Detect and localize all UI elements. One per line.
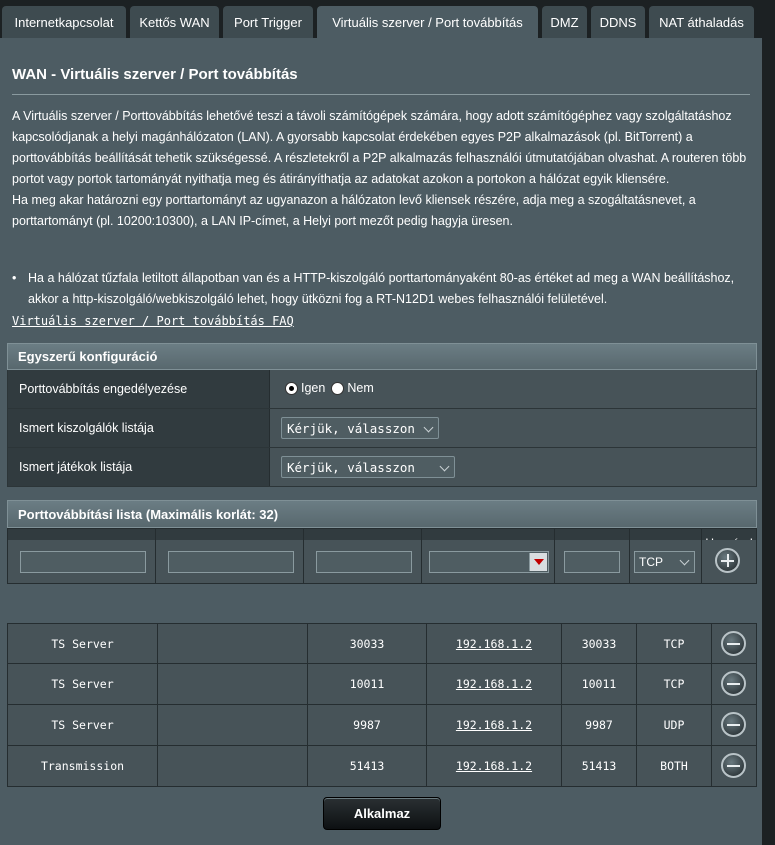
minus-icon <box>727 764 740 767</box>
row-local-ip-link[interactable]: 192.168.1.2 <box>456 677 532 691</box>
minus-icon <box>727 642 740 645</box>
radio-no[interactable] <box>331 381 345 395</box>
known-games-row: Ismert játékok listája Kérjük, válasszon <box>7 448 757 487</box>
row-local-port: 51413 <box>562 746 637 786</box>
radio-no-label: Nem <box>347 381 374 395</box>
intro-text: A Virtuális szerver / Porttovábbítás leh… <box>12 106 754 231</box>
row-service-name: Transmission <box>8 746 158 786</box>
tab-dual-wan[interactable]: Kettős WAN <box>130 6 219 38</box>
local-port-input[interactable] <box>564 551 620 573</box>
row-source-target <box>158 705 308 745</box>
page-title: WAN - Virtuális szerver / Port továbbítá… <box>12 66 298 83</box>
protocol-select[interactable]: TCP <box>634 551 695 573</box>
row-service-name: TS Server <box>8 664 158 704</box>
radio-yes[interactable] <box>285 381 298 395</box>
row-port-range: 10011 <box>308 664 427 704</box>
known-games-value: Kérjük, válasszon <box>287 459 415 475</box>
row-local-ip-link[interactable]: 192.168.1.2 <box>456 759 532 773</box>
simple-config-heading: Egyszerű konfiguráció <box>7 343 757 370</box>
chevron-down-icon <box>439 461 450 472</box>
chevron-down-icon <box>423 422 434 433</box>
local-ip-select[interactable] <box>429 551 549 573</box>
warning-text: Ha a hálózat tűzfala letiltott állapotba… <box>28 271 735 306</box>
row-local-port: 30033 <box>562 624 637 663</box>
intro-paragraph-1: A Virtuális szerver / Porttovábbítás leh… <box>12 109 747 186</box>
row-service-name: TS Server <box>8 624 158 663</box>
table-row: TS Server 30033 192.168.1.2 30033 TCP <box>7 623 757 664</box>
portlist-heading: Porttovábbítási lista (Maximális korlát:… <box>7 500 757 528</box>
row-source-target <box>158 664 308 704</box>
radio-yes-label: Igen <box>301 381 326 395</box>
tab-bar: Internetkapcsolat Kettős WAN Port Trigge… <box>0 6 775 38</box>
row-source-target <box>158 624 308 663</box>
port-range-input[interactable] <box>316 551 412 573</box>
row-local-port: 9987 <box>562 705 637 745</box>
plus-icon-vertical <box>726 554 729 567</box>
row-protocol: BOTH <box>637 746 712 786</box>
row-protocol: TCP <box>637 624 712 663</box>
known-servers-value: Kérjük, válasszon <box>287 420 415 436</box>
warning-bullet: • Ha a hálózat tűzfala letiltott állapot… <box>12 268 754 310</box>
row-source-target <box>158 746 308 786</box>
row-port-range: 30033 <box>308 624 427 663</box>
add-rule-button[interactable] <box>715 548 740 573</box>
source-target-input[interactable] <box>168 551 294 573</box>
row-local-ip-link[interactable]: 192.168.1.2 <box>456 637 532 651</box>
row-port-range: 51413 <box>308 746 427 786</box>
service-name-input[interactable] <box>20 551 146 573</box>
portlist-input-row: TCP <box>7 540 757 584</box>
tab-internet-connection[interactable]: Internetkapcsolat <box>2 6 126 38</box>
tab-ddns[interactable]: DDNS <box>591 6 645 38</box>
row-port-range: 9987 <box>308 705 427 745</box>
row-protocol: TCP <box>637 664 712 704</box>
portlist-rows: TS Server 30033 192.168.1.2 30033 TCP TS… <box>7 623 757 787</box>
delete-rule-button[interactable] <box>721 631 746 656</box>
row-local-port: 10011 <box>562 664 637 704</box>
table-row: TS Server 9987 192.168.1.2 9987 UDP <box>7 705 757 746</box>
intro-paragraph-2: Ha meg akar határozni egy porttartományt… <box>12 192 696 228</box>
row-protocol: UDP <box>637 705 712 745</box>
tab-nat-passthrough[interactable]: NAT áthaladás <box>649 6 754 38</box>
table-row: TS Server 10011 192.168.1.2 10011 TCP <box>7 664 757 705</box>
row-service-name: TS Server <box>8 705 158 745</box>
tab-virtual-server[interactable]: Virtuális szerver / Port továbbítás <box>317 6 538 38</box>
known-servers-row: Ismert kiszolgálók listája Kérjük, válas… <box>7 409 757 448</box>
delete-rule-button[interactable] <box>721 753 746 778</box>
known-servers-label: Ismert kiszolgálók listája <box>8 409 270 447</box>
delete-rule-button[interactable] <box>721 671 746 696</box>
known-games-select[interactable]: Kérjük, válasszon <box>281 456 455 478</box>
tab-dmz[interactable]: DMZ <box>542 6 587 38</box>
delete-rule-button[interactable] <box>721 712 746 737</box>
known-games-label: Ismert játékok listája <box>8 448 270 486</box>
chevron-down-icon <box>679 555 690 566</box>
dropdown-arrow-icon[interactable] <box>529 553 547 571</box>
row-local-ip-link[interactable]: 192.168.1.2 <box>456 718 532 732</box>
enable-forwarding-label: Porttovábbítás engedélyezése <box>8 370 270 408</box>
apply-button[interactable]: Alkalmaz <box>323 797 441 830</box>
bullet-icon: • <box>12 271 17 285</box>
minus-icon <box>727 723 740 726</box>
protocol-select-value: TCP <box>639 555 663 569</box>
faq-link[interactable]: Virtuális szerver / Port továbbítás FAQ <box>12 314 294 328</box>
minus-icon <box>727 682 740 685</box>
enable-forwarding-row: Porttovábbítás engedélyezése Igen Nem <box>7 370 757 409</box>
known-servers-select[interactable]: Kérjük, válasszon <box>281 417 439 439</box>
table-row: Transmission 51413 192.168.1.2 51413 BOT… <box>7 746 757 787</box>
tab-port-trigger[interactable]: Port Trigger <box>223 6 313 38</box>
title-divider <box>12 94 750 95</box>
enable-radio-group: Igen Nem <box>285 381 374 395</box>
